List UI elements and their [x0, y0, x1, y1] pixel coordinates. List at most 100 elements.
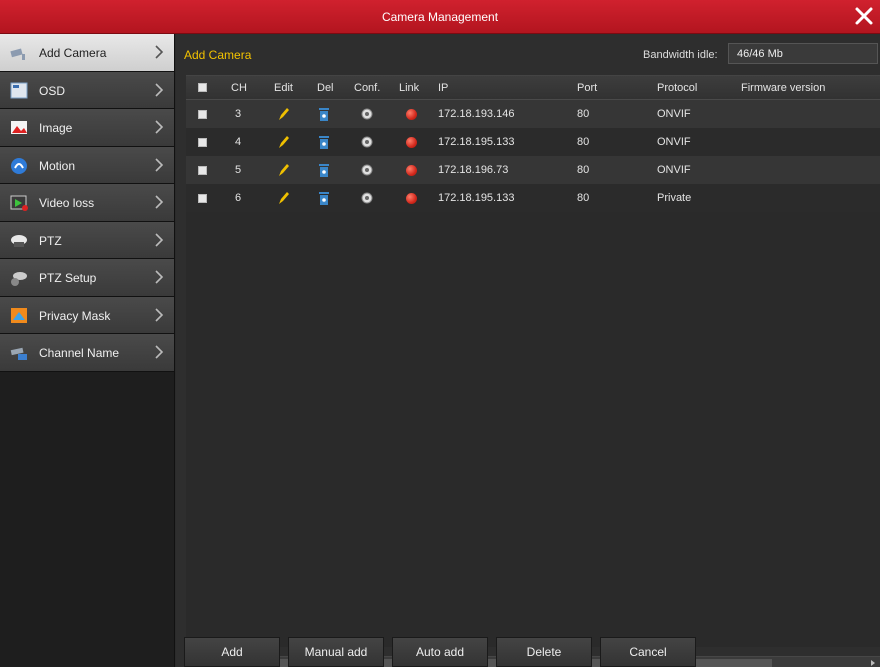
- delete-button[interactable]: [319, 156, 329, 184]
- manual-add-button[interactable]: Manual add: [288, 637, 384, 667]
- sidebar-item-label: Channel Name: [39, 346, 120, 360]
- sidebar-item-add-camera[interactable]: Add Camera: [0, 34, 174, 72]
- column-header: IP: [438, 81, 449, 94]
- image-icon: [11, 121, 27, 134]
- link-status-icon: [406, 136, 417, 148]
- edit-icon: [279, 136, 289, 148]
- table-row: 6 172.18.195.133 80 Private: [186, 184, 880, 212]
- privacy-mask-icon: [11, 307, 27, 323]
- checkbox-box[interactable]: [198, 109, 207, 119]
- table-row: 3 172.18.193.146 80 ONVIF: [186, 100, 880, 128]
- sidebar-item-osd[interactable]: OSD: [0, 71, 174, 109]
- sidebar-item-ptz[interactable]: PTZ: [0, 221, 174, 259]
- row-checkbox[interactable]: [198, 128, 207, 156]
- checkbox-box[interactable]: [198, 193, 207, 203]
- table-row: 5 172.18.196.73 80 ONVIF: [186, 156, 880, 184]
- row-checkbox[interactable]: [198, 100, 207, 128]
- main-panel: Add Camera Bandwidth idle: 46/46 Mb CH Ed…: [176, 34, 880, 667]
- edit-button[interactable]: [277, 184, 289, 212]
- channel-number: 6: [235, 192, 242, 204]
- sidebar-item-label: Add Camera: [39, 46, 107, 60]
- link-status: [406, 100, 417, 128]
- port: 80: [577, 192, 590, 204]
- edit-icon: [279, 192, 289, 204]
- bandwidth-value: 46/46 Mb: [728, 43, 878, 64]
- port: 80: [577, 108, 590, 120]
- table-row: 4 172.18.195.133 80 ONVIF: [186, 128, 880, 156]
- edit-button[interactable]: [277, 128, 289, 156]
- section-title: Add Camera: [184, 48, 252, 62]
- port: 80: [577, 164, 590, 176]
- button-bar: Add Manual add Auto add Delete Cancel: [176, 635, 880, 667]
- add-button[interactable]: Add: [184, 637, 280, 667]
- select-all-checkbox[interactable]: [198, 76, 207, 99]
- config-button[interactable]: [361, 100, 373, 128]
- config-button[interactable]: [361, 184, 373, 212]
- chevron-right-icon: [155, 307, 164, 322]
- auto-add-button[interactable]: Auto add: [392, 637, 488, 667]
- checkbox-box[interactable]: [198, 165, 207, 175]
- camera-table: CH Edit Del Conf. Link IP Port Protocol Firmware…: [186, 75, 880, 667]
- link-status-icon: [406, 164, 417, 176]
- settings-icon: [361, 108, 373, 120]
- sidebar-item-privacy-mask[interactable]: Privacy Mask: [0, 296, 174, 334]
- link-status: [406, 156, 417, 184]
- column-header: Conf.: [354, 81, 381, 94]
- row-checkbox[interactable]: [198, 184, 207, 212]
- channel-number: 4: [235, 136, 242, 148]
- edit-button[interactable]: [277, 156, 289, 184]
- trash-icon: [319, 191, 329, 205]
- config-button[interactable]: [361, 156, 373, 184]
- link-status-icon: [406, 108, 417, 120]
- sidebar-item-channel-name[interactable]: Channel Name: [0, 334, 174, 372]
- sidebar-item-label: PTZ: [39, 233, 62, 248]
- protocol: ONVIF: [657, 108, 691, 120]
- settings-icon: [361, 136, 373, 148]
- checkbox-box[interactable]: [198, 83, 207, 92]
- ip-address: 172.18.195.133: [438, 192, 515, 204]
- sidebar-item-ptz-setup[interactable]: PTZ Setup: [0, 259, 174, 297]
- column-header: Firmware version: [741, 81, 826, 94]
- title-bar: Camera Management: [0, 0, 880, 34]
- delete-button[interactable]: [319, 128, 329, 156]
- ptz-setup-icon: [11, 272, 27, 286]
- delete-button[interactable]: Delete: [496, 637, 592, 667]
- delete-button[interactable]: [319, 100, 329, 128]
- checkbox-box[interactable]: [198, 137, 207, 147]
- row-checkbox[interactable]: [198, 156, 207, 184]
- protocol: ONVIF: [657, 164, 691, 176]
- config-button[interactable]: [361, 128, 373, 156]
- channel-number: 3: [235, 108, 242, 120]
- protocol: Private: [657, 192, 692, 204]
- trash-icon: [319, 107, 329, 121]
- delete-button[interactable]: [319, 184, 329, 212]
- sidebar-item-motion[interactable]: Motion: [0, 146, 174, 184]
- chevron-right-icon: [155, 157, 164, 172]
- ip-address: 172.18.196.73: [438, 164, 509, 176]
- sidebar-item-label: Image: [39, 121, 73, 135]
- edit-button[interactable]: [277, 100, 289, 128]
- ip-address: 172.18.195.133: [438, 136, 515, 148]
- trash-icon: [319, 163, 329, 177]
- sidebar-item-label: Motion: [39, 158, 76, 173]
- osd-icon: [10, 82, 28, 98]
- settings-icon: [361, 164, 373, 176]
- ptz-icon: [11, 234, 27, 247]
- window-title: Camera Management: [381, 10, 499, 24]
- bandwidth-label: Bandwidth idle:: [643, 49, 718, 61]
- sidebar-item-image[interactable]: Image: [0, 109, 174, 147]
- protocol: ONVIF: [657, 136, 691, 148]
- column-header: Link: [399, 81, 420, 94]
- column-header: Edit: [274, 81, 293, 94]
- close-icon[interactable]: [852, 4, 876, 28]
- chevron-right-icon: [155, 195, 164, 209]
- column-header: CH: [231, 81, 247, 94]
- channel-number: 5: [235, 164, 242, 176]
- port: 80: [577, 136, 590, 148]
- column-header: Protocol: [657, 81, 698, 94]
- sidebar-item-label: Video loss: [39, 196, 95, 210]
- chevron-right-icon: [155, 45, 164, 59]
- cancel-button[interactable]: Cancel: [600, 637, 696, 667]
- sidebar-item-video-loss[interactable]: Video loss: [0, 184, 174, 222]
- edit-icon: [279, 164, 289, 176]
